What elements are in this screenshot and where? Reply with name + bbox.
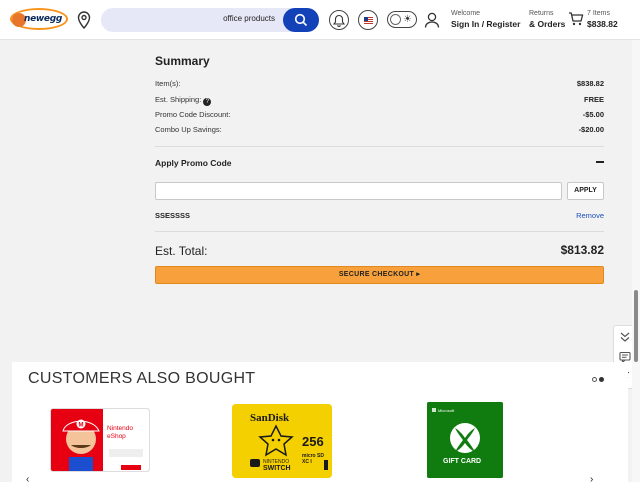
flag-canton — [364, 17, 368, 21]
row-label: Item(s): — [155, 79, 181, 88]
product-card-sandisk-microsd[interactable]: SanDisk 256 NINTENDO SWITCH micro SD XC … — [232, 404, 332, 478]
orders-link[interactable]: & Orders — [529, 19, 565, 29]
gift-card-label: GIFT CARD — [443, 458, 482, 465]
nintendo-text: Nintendo — [107, 425, 134, 432]
search-icon — [294, 13, 308, 27]
logo-text: newegg — [24, 14, 63, 24]
summary-row-shipping: Est. Shipping:? FREE — [155, 95, 604, 107]
apply-button[interactable]: APPLY — [567, 182, 604, 200]
est-total-label: Est. Total: — [155, 244, 208, 258]
country-flag-icon[interactable] — [358, 10, 378, 30]
summary-title: Summary — [155, 54, 210, 68]
row-value: -$20.00 — [578, 125, 604, 134]
sandisk-brand: SanDisk — [250, 412, 290, 424]
nintendo-eshop-card-image: M — [51, 409, 149, 471]
sandisk-format: micro SD XC I — [302, 453, 324, 465]
notifications-bell-icon[interactable] — [329, 10, 349, 30]
page-scrollbar[interactable] — [632, 40, 640, 482]
scrollbar-thumb[interactable] — [634, 290, 638, 362]
newegg-logo[interactable]: newegg — [10, 4, 70, 34]
row-label: Combo Up Savings: — [155, 125, 222, 134]
signin-link[interactable]: Sign In / Register — [451, 19, 520, 29]
summary-row-items: Item(s): $838.82 — [155, 79, 604, 91]
secure-checkout-button[interactable]: SECURE CHECKOUT ▸ — [155, 266, 604, 284]
carousel-dots — [592, 377, 604, 383]
help-icon[interactable]: ? — [203, 98, 212, 106]
carousel-next-arrow[interactable]: › — [590, 474, 593, 482]
row-label: Promo Code Discount: — [155, 110, 231, 119]
sandisk-switch-text: SWITCH — [263, 465, 291, 472]
row-label: Est. Shipping: — [155, 95, 202, 104]
row-value: -$5.00 — [582, 110, 604, 119]
divider — [155, 146, 604, 147]
sandisk-capacity: 256 — [302, 434, 324, 449]
carousel-dot[interactable] — [592, 377, 597, 382]
section-title: CUSTOMERS ALSO BOUGHT — [28, 370, 256, 387]
product-card-xbox-gift-card[interactable]: Microsoft GIFT CARD — [427, 402, 503, 478]
collapse-minus-icon[interactable] — [596, 161, 604, 163]
applied-promo-code: SSESSSS — [155, 211, 191, 220]
carousel-dot-active[interactable] — [599, 377, 604, 382]
customers-also-bought-section: CUSTOMERS ALSO BOUGHT M Nintendo eShop S… — [12, 362, 628, 482]
row-label-wrap: Est. Shipping:? — [155, 95, 212, 106]
carousel-prev-arrow[interactable]: ‹ — [26, 474, 29, 482]
sun-icon: ☀ — [403, 14, 412, 25]
user-icon[interactable] — [424, 11, 440, 29]
search-value: office products — [223, 14, 275, 23]
site-header: newegg office products ☀ Welcome Sign In… — [0, 0, 640, 40]
toggle-knob — [390, 14, 401, 25]
cart-count: 7 Items — [587, 10, 610, 17]
returns-label: Returns — [529, 10, 554, 17]
est-total-value: $813.82 — [560, 243, 604, 257]
summary-row-combo-savings: Combo Up Savings: -$20.00 — [155, 125, 604, 137]
cart-total[interactable]: $838.82 — [587, 19, 618, 29]
row-value: $838.82 — [576, 79, 604, 88]
divider — [155, 231, 604, 232]
svg-text:M: M — [79, 423, 84, 429]
microsoft-label: Microsoft — [438, 408, 455, 413]
xbox-card-image — [427, 402, 503, 478]
chevrons-down-icon[interactable] — [618, 330, 632, 344]
promo-code-title[interactable]: Apply Promo Code — [155, 158, 232, 168]
cart-icon[interactable] — [568, 11, 584, 27]
theme-toggle[interactable]: ☀ — [387, 11, 417, 28]
summary-row-promo-discount: Promo Code Discount: -$5.00 — [155, 110, 604, 122]
eshop-text: eShop — [107, 433, 126, 440]
remove-promo-link[interactable]: Remove — [576, 211, 604, 220]
product-card-nintendo-eshop[interactable]: M Nintendo eShop — [50, 408, 150, 472]
row-value: FREE — [583, 95, 604, 104]
search-button[interactable] — [283, 8, 319, 32]
promo-code-input[interactable] — [155, 182, 562, 200]
location-pin-icon[interactable] — [76, 11, 92, 30]
welcome-label: Welcome — [451, 10, 481, 17]
